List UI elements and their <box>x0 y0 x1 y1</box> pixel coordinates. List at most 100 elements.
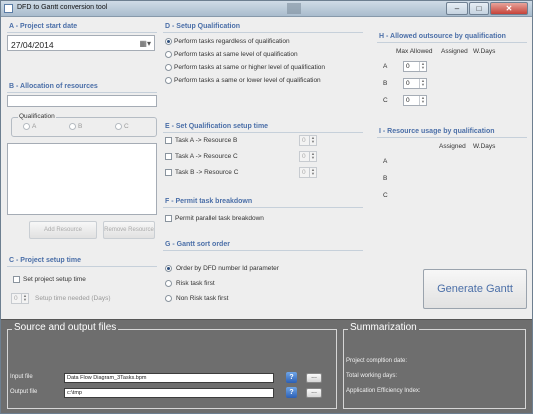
project-start-date-value: 27/04/2014 <box>11 40 54 50</box>
setup-qual-option-1-label: Perform tasks regardless of qualificatio… <box>174 38 290 45</box>
i-row-b-label: B <box>383 175 388 182</box>
section-g-divider <box>163 250 363 251</box>
section-a-header: A - Project start date <box>9 23 78 30</box>
add-resource-button[interactable]: Add Resource <box>29 221 97 239</box>
section-b-divider <box>7 92 157 93</box>
setup-qual-option-2-label: Perform tasks at same level of qualifica… <box>174 51 298 58</box>
source-output-title: Source and output files <box>12 322 119 333</box>
h-row-b-label: B <box>383 80 388 87</box>
setup-qual-option-1[interactable] <box>165 38 172 45</box>
calendar-dropdown-icon[interactable]: ▦▾ <box>139 39 151 48</box>
minimize-icon: – <box>454 4 460 13</box>
i-col-wdays: W.Days <box>473 143 496 150</box>
sort-order-option-3[interactable] <box>165 295 172 302</box>
qual-radio-b[interactable] <box>69 123 76 130</box>
section-i-divider <box>377 137 527 138</box>
section-f-header: F - Permit task breakdown <box>165 198 253 205</box>
task-a-res-b-stepper[interactable]: 0 ▲ ▼ <box>299 135 317 146</box>
input-browse-button[interactable]: ... <box>306 373 322 383</box>
sort-order-option-2[interactable] <box>165 280 172 287</box>
section-c-header: C - Project setup time <box>9 257 81 264</box>
completion-date-label: Project compltion date: <box>346 358 408 364</box>
stepper-arrows-icon[interactable]: ▲ ▼ <box>419 62 426 71</box>
section-d-header: D - Setup Qualification <box>165 23 241 30</box>
task-a-res-c-label: Task A -> Resource C <box>175 153 238 160</box>
bottom-panel: Source and output files Input file Data … <box>1 319 532 413</box>
taskbar-thumbnail <box>287 3 301 14</box>
section-h-divider <box>377 42 527 43</box>
task-b-res-c-label: Task B -> Resource C <box>175 169 239 176</box>
window-title: DFD to Gantt conversion tool <box>17 4 108 11</box>
section-e-divider <box>163 132 363 133</box>
generate-gantt-button[interactable]: Generate Gantt <box>423 269 527 309</box>
outsource-c-stepper[interactable]: 0 ▲ ▼ <box>403 95 427 106</box>
section-c-divider <box>7 266 157 267</box>
summarization-title: Summarization <box>348 322 419 333</box>
title-bar: DFD to Gantt conversion tool – □ ✕ <box>1 1 532 17</box>
close-button[interactable]: ✕ <box>490 2 528 15</box>
i-col-assigned: Assigned <box>439 143 466 150</box>
stepper-arrows-icon[interactable]: ▲ ▼ <box>21 294 28 303</box>
qual-radio-c[interactable] <box>115 123 122 130</box>
remove-resource-button[interactable]: Remove Resource <box>103 221 155 239</box>
app-window: DFD to Gantt conversion tool – □ ✕ A - P… <box>0 0 533 414</box>
input-help-icon[interactable]: ? <box>286 372 297 383</box>
permit-parallel-label: Permit parallel task breakdown <box>175 215 264 222</box>
section-i-header: I - Resource usage by qualification <box>379 128 495 135</box>
output-browse-button[interactable]: ... <box>306 388 322 398</box>
qualification-group-label: Qualification <box>18 113 56 120</box>
input-file-label: Input file <box>10 374 33 380</box>
input-file-field[interactable]: Data Flow Diagram_3Tasks.bpm <box>64 373 274 383</box>
close-icon: ✕ <box>505 4 513 13</box>
stepper-arrows-icon[interactable]: ▲ ▼ <box>309 136 316 145</box>
input-file-value: Data Flow Diagram_3Tasks.bpm <box>67 375 147 381</box>
outsource-a-stepper[interactable]: 0 ▲ ▼ <box>403 61 427 72</box>
task-a-res-c-stepper[interactable]: 0 ▲ ▼ <box>299 151 317 162</box>
outsource-b-value: 0 <box>406 80 410 87</box>
setup-qual-option-3[interactable] <box>165 64 172 71</box>
section-e-header: E - Set Qualification setup time <box>165 123 269 130</box>
output-help-icon[interactable]: ? <box>286 387 297 398</box>
setup-time-stepper[interactable]: 0 ▲ ▼ <box>11 293 29 304</box>
task-b-res-c-value: 0 <box>302 169 306 176</box>
section-b-header: B - Allocation of resources <box>9 83 98 90</box>
resource-list[interactable] <box>7 143 157 215</box>
project-start-date-picker[interactable]: 27/04/2014 ▦▾ <box>7 35 155 51</box>
summarization-group: Summarization Project compltion date: To… <box>343 322 526 409</box>
task-a-res-c-checkbox[interactable] <box>165 153 172 160</box>
window-controls: – □ ✕ <box>445 2 528 15</box>
sort-order-option-1-label: Order by DFD number Id parameter <box>176 265 279 272</box>
task-a-res-b-label: Task A -> Resource B <box>175 137 238 144</box>
set-setup-time-checkbox[interactable] <box>13 276 20 283</box>
output-file-field[interactable]: c:\tmp <box>64 388 274 398</box>
h-row-c-label: C <box>383 97 388 104</box>
qual-radio-a[interactable] <box>23 123 30 130</box>
minimize-button[interactable]: – <box>446 2 468 15</box>
section-g-header: G - Gantt sort order <box>165 241 230 248</box>
output-file-value: c:\tmp <box>67 390 82 396</box>
output-file-label: Output file <box>10 389 38 395</box>
maximize-button[interactable]: □ <box>469 2 489 15</box>
task-a-res-b-checkbox[interactable] <box>165 137 172 144</box>
app-icon <box>4 4 13 13</box>
outsource-c-value: 0 <box>406 97 410 104</box>
total-working-days-label: Total working days: <box>346 373 398 379</box>
set-setup-time-label: Set project setup time <box>23 276 86 283</box>
stepper-arrows-icon[interactable]: ▲ ▼ <box>309 152 316 161</box>
outsource-b-stepper[interactable]: 0 ▲ ▼ <box>403 78 427 89</box>
stepper-arrows-icon[interactable]: ▲ ▼ <box>419 79 426 88</box>
setup-qual-option-2[interactable] <box>165 51 172 58</box>
resource-name-input[interactable] <box>7 95 157 107</box>
section-f-divider <box>163 207 363 208</box>
task-b-res-c-checkbox[interactable] <box>165 169 172 176</box>
setup-qual-option-4[interactable] <box>165 77 172 84</box>
h-row-a-label: A <box>383 63 388 70</box>
permit-parallel-checkbox[interactable] <box>165 215 172 222</box>
task-b-res-c-stepper[interactable]: 0 ▲ ▼ <box>299 167 317 178</box>
source-output-group: Source and output files Input file Data … <box>7 322 337 409</box>
sort-order-option-1[interactable] <box>165 265 172 272</box>
sort-order-option-3-label: Non Risk task first <box>176 295 229 302</box>
stepper-arrows-icon[interactable]: ▲ ▼ <box>419 96 426 105</box>
stepper-arrows-icon[interactable]: ▲ ▼ <box>309 168 316 177</box>
i-row-c-label: C <box>383 192 388 199</box>
